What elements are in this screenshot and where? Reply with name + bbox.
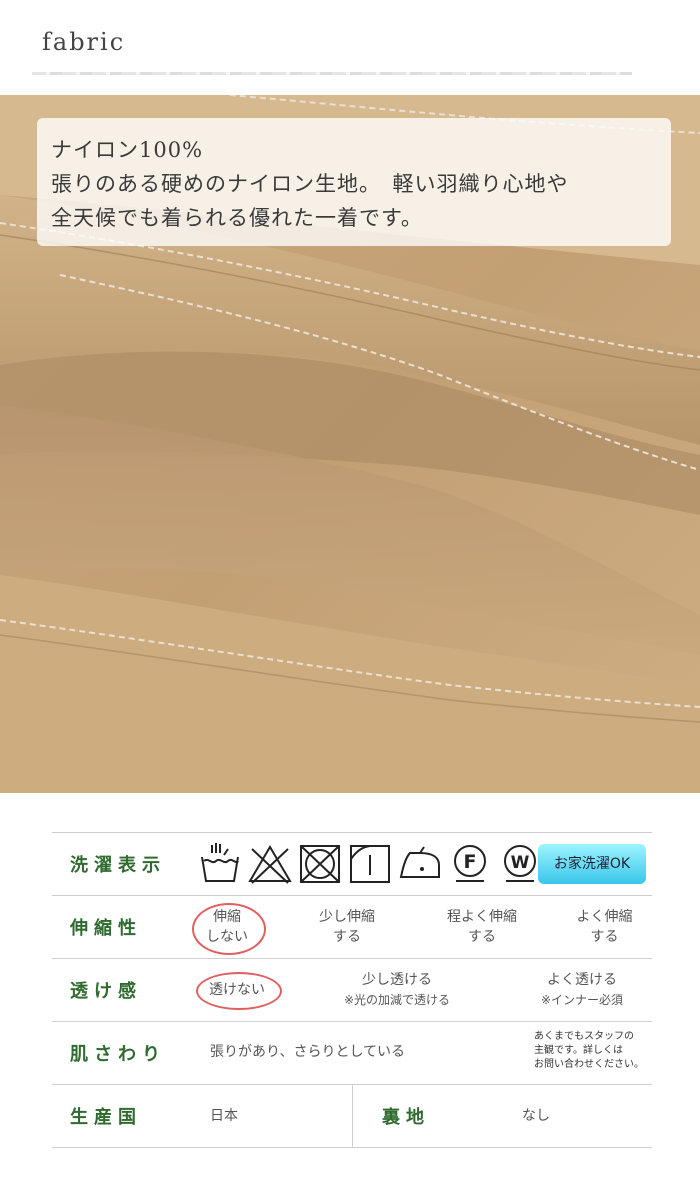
header: fabric (0, 0, 700, 95)
no-tumble-dry-icon (300, 845, 340, 883)
no-bleach-icon (248, 845, 292, 884)
spec-label: 生産国 (70, 1107, 142, 1128)
page-title: fabric (42, 28, 126, 56)
line-dry-icon (350, 845, 390, 883)
home-wash-ok-badge: お家洗濯OK (538, 844, 646, 884)
column-divider (352, 1085, 353, 1147)
stretch-option-moderate: 程よく伸縮 する (447, 909, 517, 945)
low-iron-icon (399, 846, 440, 878)
stretch-option-slight: 少し伸縮 する (319, 909, 375, 945)
lining-label: 裏地 (382, 1107, 430, 1128)
stretch-option-high: よく伸縮 する (576, 909, 633, 945)
header-divider (32, 72, 632, 75)
texture-value: 張りがあり、さらりとしている (210, 1044, 406, 1060)
texture-note: あくまでもスタッフの 主観です。詳しくは お問い合わせください。 (534, 1031, 644, 1070)
wet-clean-w-icon: W (504, 845, 536, 882)
hand-wash-icon (201, 843, 239, 882)
sheer-option-high: よく透ける ※インナー必須 (540, 972, 624, 1007)
spec-row-sheer: 透け感 透けない 少し透ける ※光の加減で透ける よく透ける ※インナー必須 (52, 958, 652, 1021)
spec-row-washing: 洗濯表示 F W お家洗濯OK (52, 832, 652, 895)
fabric-description-line: 全天候でも着られる優れた一着です。 (51, 206, 423, 230)
spec-label: 透け感 (70, 981, 142, 1002)
spec-row-texture: 肌さわり 張りがあり、さらりとしている あくまでもスタッフの 主観です。詳しくは… (52, 1021, 652, 1084)
spec-table: 洗濯表示 F W お家洗濯OK 伸縮性 伸縮 しない 少し伸縮 する 程よく伸縮… (52, 832, 652, 1148)
spec-row-stretch: 伸縮性 伸縮 しない 少し伸縮 する 程よく伸縮 する よく伸縮 する (52, 895, 652, 958)
fabric-material: ナイロン100% (51, 138, 204, 162)
spec-row-origin: 生産国 日本 裏地 なし (52, 1084, 652, 1148)
fabric-description-line: 張りのある硬めのナイロン生地。 軽い羽織り心地や (51, 172, 569, 196)
dry-clean-f-icon: F (454, 845, 486, 882)
svg-text:F: F (464, 851, 477, 873)
fabric-description-box: ナイロン100% 張りのある硬めのナイロン生地。 軽い羽織り心地や 全天候でも着… (37, 118, 671, 246)
spec-label: 肌さわり (70, 1044, 166, 1065)
spec-label: 伸縮性 (70, 918, 142, 939)
origin-value: 日本 (210, 1108, 238, 1124)
sheer-option-none: 透けない (209, 982, 265, 998)
lining-value: なし (522, 1108, 550, 1124)
svg-text:W: W (511, 853, 530, 873)
sheer-option-slight: 少し透ける ※光の加減で透ける (343, 972, 451, 1007)
spec-label: 洗濯表示 (70, 855, 166, 876)
stretch-option-none: 伸縮 しない (206, 909, 248, 945)
